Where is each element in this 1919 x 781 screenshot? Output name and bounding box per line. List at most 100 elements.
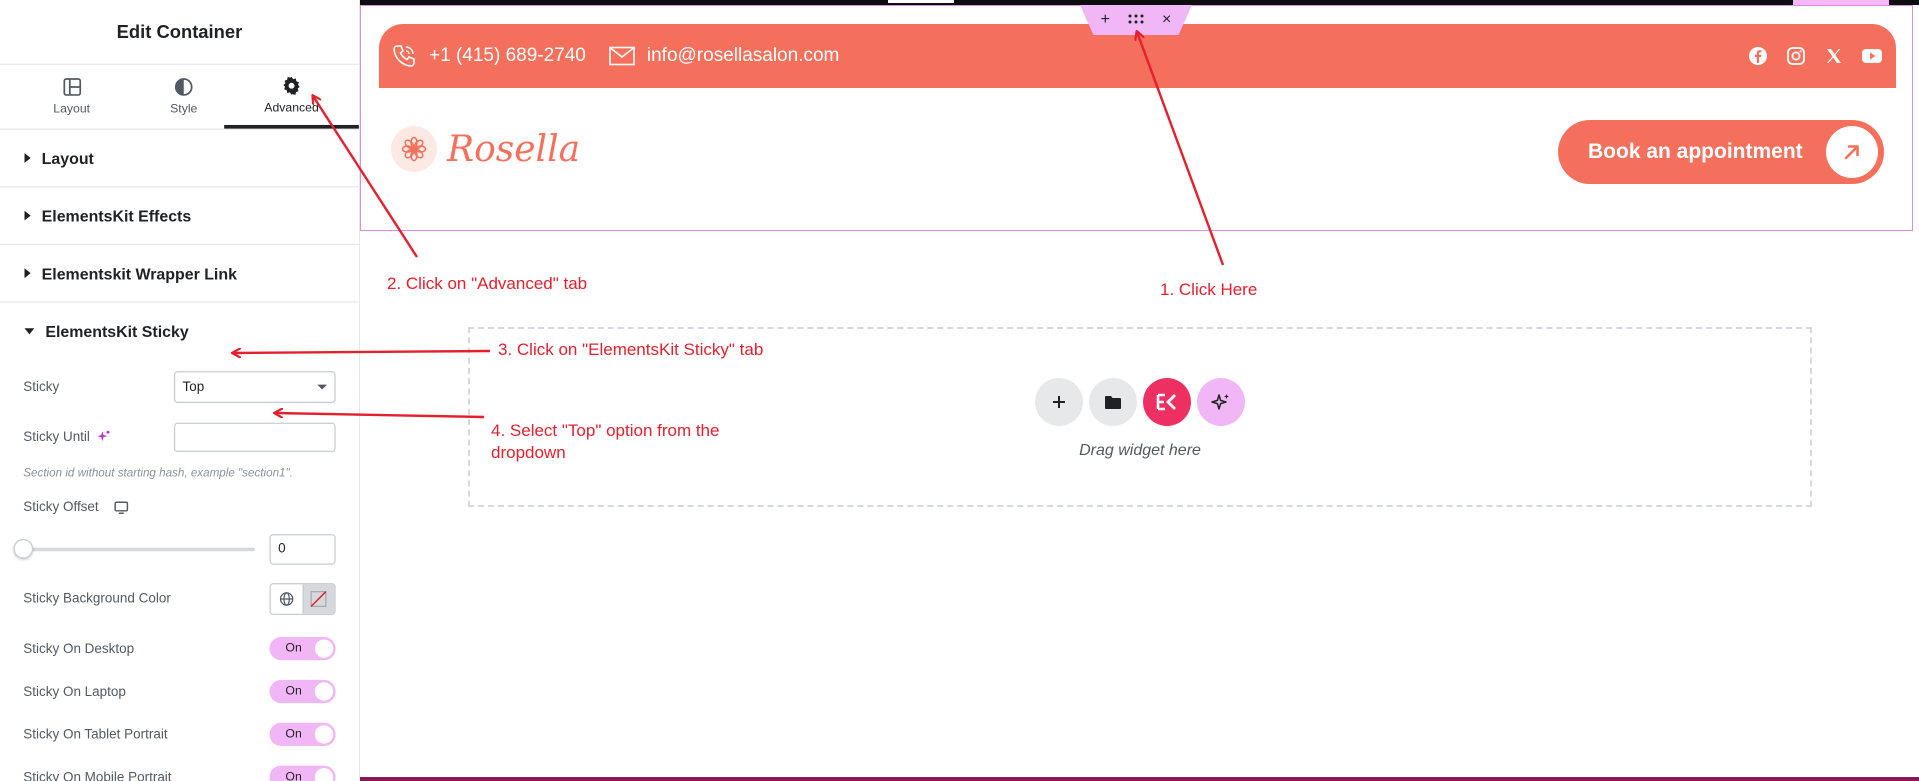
section-layout[interactable]: Layout	[0, 130, 359, 188]
phone-contact[interactable]: +1 (415) 689-2740	[391, 43, 586, 69]
sticky-until-label-wrap: Sticky Until	[23, 429, 174, 444]
tab-advanced-label: Advanced	[264, 101, 319, 115]
layout-icon	[62, 78, 81, 96]
add-icon[interactable]: +	[1101, 12, 1110, 28]
phone-number: +1 (415) 689-2740	[429, 45, 586, 66]
desktop-icon[interactable]	[113, 500, 128, 514]
flower-logo-icon	[391, 126, 437, 172]
sticky-until-label: Sticky Until	[23, 429, 90, 445]
ai-sparkle-icon[interactable]	[97, 430, 110, 443]
tab-layout[interactable]: Layout	[0, 65, 143, 129]
bottom-edge-bar	[360, 777, 1919, 781]
sticky-mobile-label: Sticky On Mobile Portrait	[23, 769, 172, 781]
sticky-offset-control: Sticky Offset	[0, 486, 359, 528]
sticky-laptop-toggle[interactable]: On	[269, 679, 336, 704]
section-wrapper-link[interactable]: Elementskit Wrapper Link	[0, 245, 359, 303]
template-library-button[interactable]	[1089, 378, 1137, 426]
toggle-state: On	[285, 770, 302, 781]
elementskit-icon	[1156, 393, 1176, 411]
facebook-icon[interactable]	[1745, 44, 1770, 69]
logo-text: Rosella	[447, 128, 581, 170]
sticky-tablet-toggle[interactable]: On	[269, 722, 336, 747]
instagram-icon[interactable]	[1783, 44, 1808, 69]
ai-sparkle-icon	[1211, 394, 1229, 410]
folder-icon	[1105, 395, 1121, 409]
book-appointment-button[interactable]: Book an appointment	[1558, 120, 1884, 184]
tab-layout-label: Layout	[53, 102, 91, 117]
editor-panel: Edit Container Layout Style Advanced Lay…	[0, 0, 361, 781]
youtube-icon[interactable]	[1859, 44, 1884, 69]
toggle-state: On	[285, 641, 302, 656]
caret-right-icon	[24, 210, 31, 221]
drag-handle-icon[interactable]	[1128, 12, 1144, 28]
sticky-until-input[interactable]	[173, 422, 336, 452]
sticky-offset-slider[interactable]	[13, 538, 255, 558]
dropzone-buttons	[1035, 378, 1245, 426]
toggle-knob	[314, 682, 334, 701]
toggle-state: On	[285, 684, 302, 699]
tab-style[interactable]: Style	[143, 65, 224, 129]
toggle-knob	[314, 768, 334, 781]
chevron-down-icon	[317, 384, 328, 390]
caret-right-icon	[24, 268, 31, 279]
arrow-up-right-icon	[1826, 126, 1878, 178]
container-handle[interactable]: + ×	[1080, 5, 1192, 35]
header-container[interactable]: +1 (415) 689-2740 info@rosellasalon.com	[360, 5, 1913, 231]
sticky-offset-label: Sticky Offset	[23, 499, 99, 515]
sticky-select[interactable]: Top	[173, 371, 336, 404]
ai-button[interactable]	[1197, 378, 1245, 426]
close-icon[interactable]: ×	[1162, 12, 1171, 28]
tab-advanced[interactable]: Advanced	[224, 65, 359, 129]
section-wrapper-link-label: Elementskit Wrapper Link	[41, 263, 237, 283]
sticky-tablet-label: Sticky On Tablet Portrait	[23, 727, 168, 742]
sticky-laptop-toggle-row: Sticky On Laptop On	[0, 670, 359, 713]
plus-icon	[1053, 396, 1065, 408]
sticky-offset-input[interactable]: 0	[269, 533, 336, 565]
editor-canvas: +1 (415) 689-2740 info@rosellasalon.com	[360, 0, 1919, 781]
sticky-mobile-toggle-row: Sticky On Mobile Portrait On	[0, 756, 359, 781]
email-contact[interactable]: info@rosellasalon.com	[609, 45, 839, 67]
sticky-desktop-toggle-row: Sticky On Desktop On	[0, 627, 359, 670]
sticky-until-hint: Section id without starting hash, exampl…	[23, 466, 293, 480]
caret-down-icon	[24, 328, 35, 335]
annotation-step4-line1: 4. Select "Top" option from the	[491, 421, 720, 440]
x-icon[interactable]	[1821, 44, 1846, 69]
panel-title: Edit Container	[0, 0, 359, 65]
sticky-laptop-label: Sticky On Laptop	[23, 684, 126, 699]
style-icon	[174, 78, 193, 96]
sticky-control: Sticky Top	[0, 360, 359, 414]
book-appointment-label: Book an appointment	[1588, 140, 1803, 163]
mail-icon	[609, 46, 635, 66]
phone-icon	[393, 45, 415, 67]
caret-right-icon	[24, 153, 31, 163]
sticky-offset-label-wrap: Sticky Offset	[23, 500, 335, 515]
section-elementskit-effects[interactable]: ElementsKit Effects	[0, 187, 359, 245]
sticky-desktop-toggle[interactable]: On	[269, 637, 336, 661]
social-links	[1745, 44, 1884, 69]
panel-tabs: Layout Style Advanced	[0, 65, 359, 130]
annotation-step3: 3. Click on "ElementsKit Sticky" tab	[498, 340, 764, 359]
section-sticky-label: ElementsKit Sticky	[45, 322, 189, 341]
toggle-knob	[314, 639, 334, 658]
sticky-offset-slider-row: 0	[0, 528, 359, 570]
top-edge-segment	[888, 0, 954, 3]
sticky-mobile-toggle[interactable]: On	[269, 765, 336, 781]
add-section-button[interactable]	[1035, 378, 1083, 426]
section-elementskit-sticky[interactable]: ElementsKit Sticky	[0, 303, 359, 361]
sticky-select-value: Top	[182, 379, 205, 395]
toggle-knob	[314, 725, 334, 744]
annotation-step4-line2: dropdown	[491, 443, 566, 462]
sticky-bg-color-control: Sticky Background Color	[0, 570, 359, 628]
sticky-until-control: Sticky Until	[0, 414, 359, 459]
annotation-step1: 1. Click Here	[1160, 280, 1258, 299]
elementskit-button[interactable]	[1143, 378, 1191, 426]
globe-icon[interactable]	[271, 584, 302, 613]
section-effects-label: ElementsKit Effects	[41, 206, 192, 225]
annotation-step4: 4. Select "Top" option from the dropdown	[491, 420, 719, 464]
sticky-label: Sticky	[23, 379, 60, 395]
color-picker[interactable]	[269, 582, 336, 615]
slider-thumb[interactable]	[13, 538, 34, 558]
gear-icon	[283, 76, 300, 95]
color-swatch[interactable]	[301, 583, 335, 614]
site-logo[interactable]: Rosella	[391, 126, 580, 172]
